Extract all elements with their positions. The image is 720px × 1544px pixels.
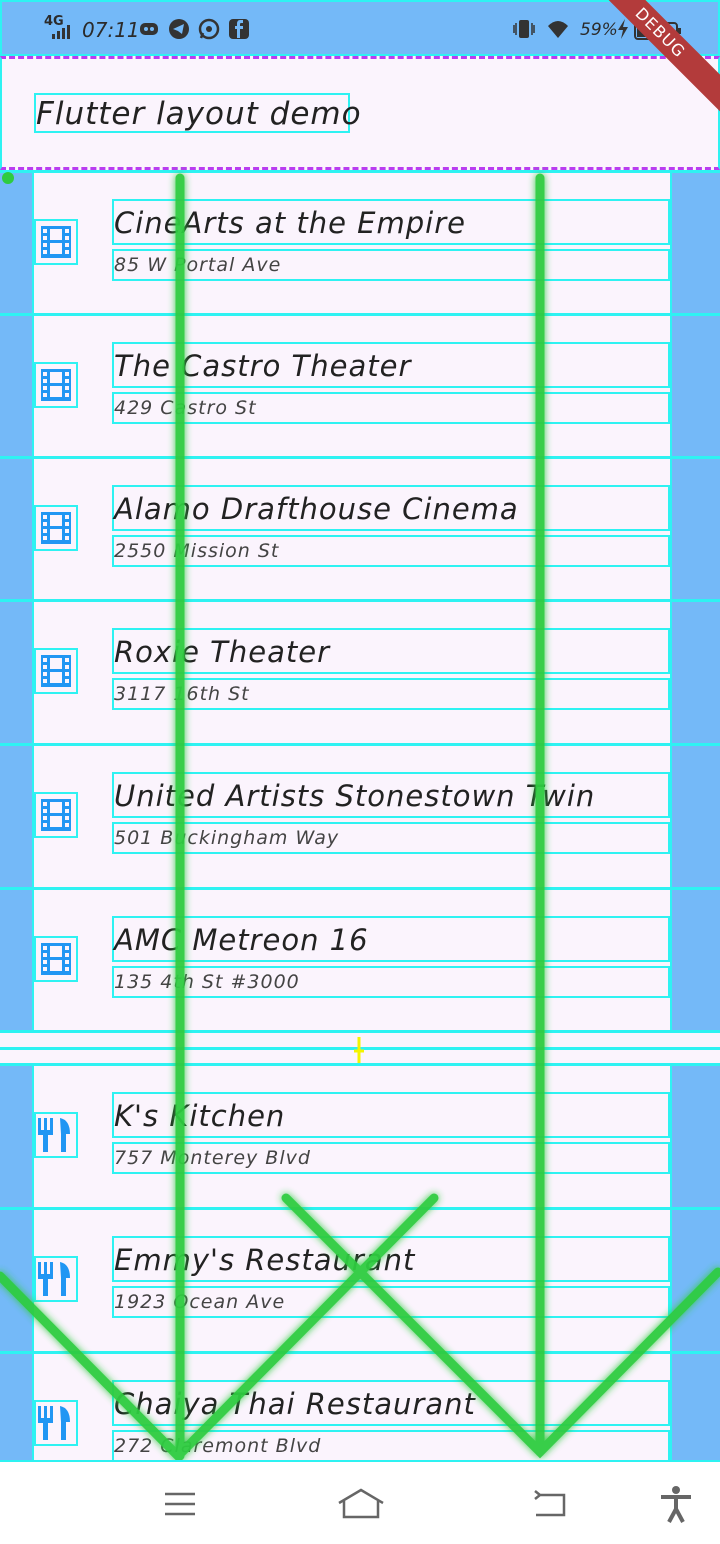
- discord-icon: [138, 18, 160, 40]
- wifi-icon: [546, 18, 568, 40]
- page-title: Flutter layout demo: [34, 93, 361, 133]
- tile-subtitle: 501 Buckingham Way: [112, 822, 670, 854]
- theater-icon: [34, 936, 78, 982]
- tile-title: CineArts at the Empire: [112, 199, 670, 245]
- tile-subtitle: 757 Monterey Blvd: [112, 1142, 670, 1174]
- tile-title: K's Kitchen: [112, 1092, 670, 1138]
- battery-percent: 59%: [580, 20, 618, 40]
- list-tile-theater[interactable]: Roxie Theater 3117 16th St: [0, 599, 720, 743]
- tile-subtitle: 272 Claremont Blvd: [112, 1430, 670, 1460]
- home-button[interactable]: [336, 1484, 386, 1524]
- tile-title: Roxie Theater: [112, 628, 670, 674]
- back-icon: [534, 1490, 566, 1517]
- charging-icon: [616, 18, 630, 40]
- restaurant-icon: [34, 1112, 78, 1158]
- tile-subtitle: 85 W Portal Ave: [112, 249, 670, 281]
- tile-title: Emmy's Restaurant: [112, 1236, 670, 1282]
- accessibility-button[interactable]: [656, 1484, 696, 1524]
- list-tile-restaurant[interactable]: Chaiya Thai Restaurant 272 Claremont Blv…: [0, 1351, 720, 1460]
- list-tile-theater[interactable]: CineArts at the Empire 85 W Portal Ave: [0, 170, 720, 314]
- theater-icon: [34, 219, 78, 265]
- facebook-icon: [228, 18, 250, 40]
- tile-title: The Castro Theater: [112, 342, 670, 388]
- divider-marker: [354, 1037, 364, 1065]
- telegram-icon: [168, 18, 190, 40]
- tile-subtitle: 429 Castro St: [112, 392, 670, 424]
- status-bar: 4G 07:11 59%: [0, 0, 720, 56]
- tile-title: United Artists Stonestown Twin: [112, 772, 670, 818]
- back-button[interactable]: [530, 1484, 570, 1524]
- app-bar: Flutter layout demo: [0, 56, 720, 170]
- tile-subtitle: 2550 Mission St: [112, 535, 670, 567]
- signal-icon: [52, 24, 76, 39]
- clock: 07:11: [82, 18, 140, 42]
- theater-icon: [34, 648, 78, 694]
- list-divider: [0, 1030, 720, 1066]
- theater-icon: [34, 505, 78, 551]
- theater-icon: [34, 792, 78, 838]
- accessibility-icon: [661, 1486, 691, 1523]
- system-nav-bar: [0, 1460, 720, 1544]
- tile-title: Alamo Drafthouse Cinema: [112, 485, 670, 531]
- theater-icon: [34, 362, 78, 408]
- menu-icon: [165, 1492, 195, 1516]
- home-icon: [338, 1488, 384, 1519]
- tile-subtitle: 135 4th St #3000: [112, 966, 670, 998]
- list-tile-restaurant[interactable]: Emmy's Restaurant 1923 Ocean Ave: [0, 1207, 720, 1351]
- list-tile-theater[interactable]: AMC Metreon 16 135 4th St #3000: [0, 887, 720, 1031]
- tile-subtitle: 3117 16th St: [112, 678, 670, 710]
- restaurant-icon: [34, 1256, 78, 1302]
- list-tile-theater[interactable]: United Artists Stonestown Twin 501 Bucki…: [0, 743, 720, 887]
- list-tile-theater[interactable]: The Castro Theater 429 Castro St: [0, 313, 720, 457]
- menu-button[interactable]: [160, 1484, 200, 1524]
- tile-subtitle: 1923 Ocean Ave: [112, 1286, 670, 1318]
- whatsapp-icon: [198, 18, 220, 40]
- list-view[interactable]: CineArts at the Empire 85 W Portal Ave T…: [0, 170, 720, 1460]
- list-tile-restaurant[interactable]: K's Kitchen 757 Monterey Blvd: [0, 1063, 720, 1207]
- list-tile-theater[interactable]: Alamo Drafthouse Cinema 2550 Mission St: [0, 456, 720, 600]
- restaurant-icon: [34, 1400, 78, 1446]
- tile-title: Chaiya Thai Restaurant: [112, 1380, 670, 1426]
- vibrate-icon: [512, 18, 535, 40]
- tile-title: AMC Metreon 16: [112, 916, 670, 962]
